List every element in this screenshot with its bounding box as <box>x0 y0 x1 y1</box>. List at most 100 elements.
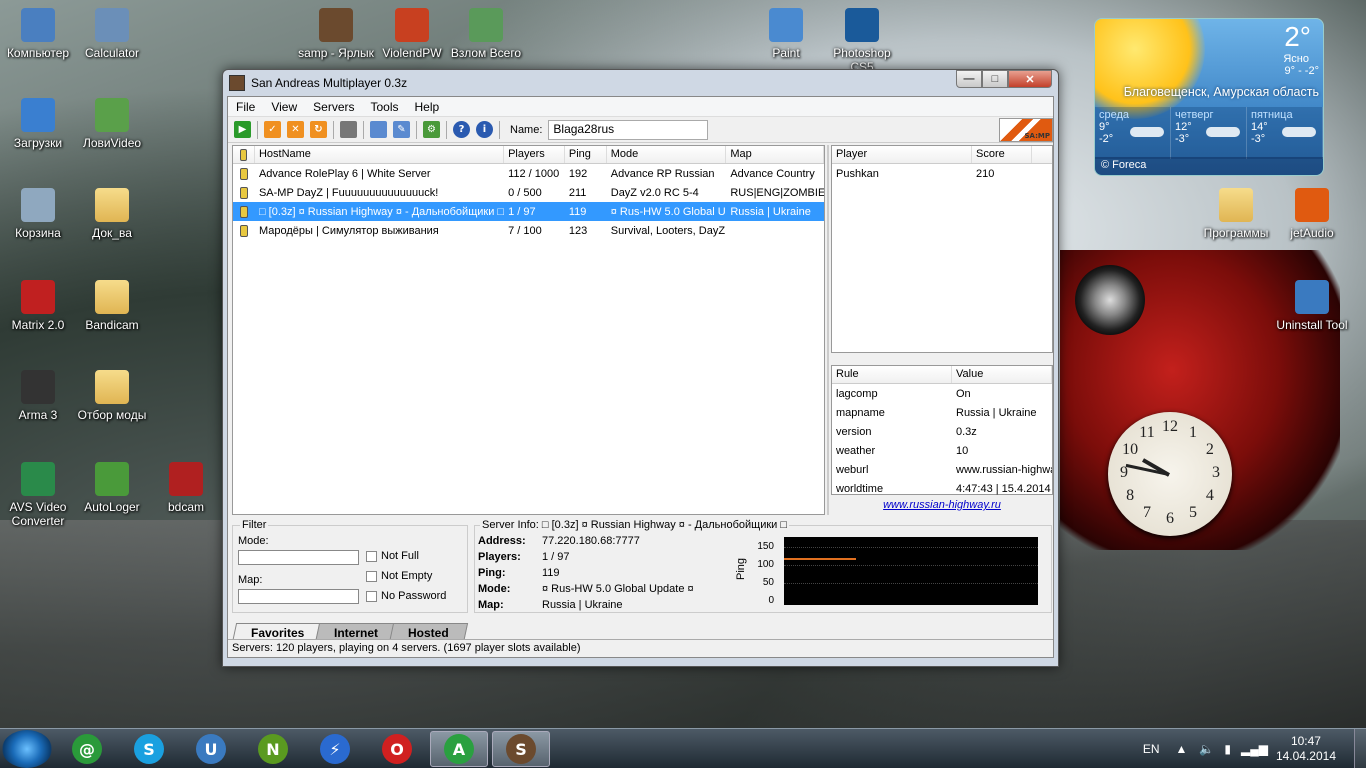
network-icon[interactable]: ▂▄▆ <box>1241 742 1268 756</box>
tray-arrow-icon[interactable]: ▲ <box>1176 742 1188 756</box>
info-mode: Mode: ¤ Rus-HW 5.0 Global Update ¤ <box>478 583 694 595</box>
add-server-icon[interactable]: ✓ <box>264 121 281 138</box>
server-row[interactable]: □ [0.3z] ¤ Russian Highway ¤ - Дальнобой… <box>233 202 824 221</box>
language-indicator[interactable]: EN <box>1143 742 1160 756</box>
server-row[interactable]: Мародёры | Симулятор выживания 7 / 100 123… <box>233 221 824 240</box>
server-row[interactable]: Advance RolePlay 6 | White Server 112 / 1… <box>233 164 824 183</box>
desktop-icon[interactable]: Загрузки <box>0 98 78 150</box>
filter-title: Filter <box>240 519 269 531</box>
taskbar-clock[interactable]: 10:47 14.04.2014 <box>1276 734 1336 764</box>
rule-row[interactable]: worldtime 4:47:43 | 15.4.2014 <box>832 479 1052 498</box>
no-password-checkbox[interactable]: No Password <box>366 590 446 602</box>
desktop-icon[interactable]: Paint <box>746 8 826 60</box>
desktop-icon-label: samp - Ярлык <box>298 46 374 60</box>
col-rule[interactable]: Rule <box>832 366 952 383</box>
rule-row[interactable]: lagcomp On <box>832 384 1052 403</box>
server-row[interactable]: SA-MP DayZ | Fuuuuuuuuuuuuuuck! 0 / 500 21… <box>233 183 824 202</box>
desktop-icon[interactable]: ViolendPW <box>372 8 452 60</box>
taskbar-app[interactable]: O <box>368 731 426 767</box>
server-list[interactable]: HostName Players Ping Mode Map Advance R… <box>232 145 825 515</box>
delete-server-icon[interactable]: ✕ <box>287 121 304 138</box>
desktop-icon[interactable]: Matrix 2.0 <box>0 280 78 332</box>
desktop-icon[interactable]: samp - Ярлык <box>296 8 376 60</box>
desktop-icon[interactable]: Bandicam <box>72 280 152 332</box>
desktop-icon[interactable]: Photoshop CS5 <box>822 8 902 74</box>
col-players[interactable]: Players <box>504 146 565 163</box>
menu-servers[interactable]: Servers <box>305 100 362 114</box>
desktop-icon[interactable]: Корзина <box>0 188 78 240</box>
splitter[interactable] <box>827 145 829 515</box>
filter-map-input[interactable] <box>238 589 359 604</box>
rule-row[interactable]: weburl www.russian-highway.ru <box>832 460 1052 479</box>
taskbar-app[interactable]: A <box>430 731 488 767</box>
desktop-icon[interactable]: AutoLoger <box>72 462 152 514</box>
copy-icon[interactable] <box>370 121 387 138</box>
ping-line <box>784 558 856 560</box>
desktop-icon[interactable]: bdcam <box>146 462 226 514</box>
desktop-icon[interactable]: Calculator <box>72 8 152 60</box>
taskbar-app[interactable]: S <box>120 731 178 767</box>
player-list[interactable]: Player Score Pushkan 210 <box>831 145 1053 353</box>
start-button[interactable] <box>2 730 52 768</box>
desktop-icon[interactable]: Взлом Всего <box>446 8 526 60</box>
col-ping[interactable]: Ping <box>565 146 607 163</box>
menu-file[interactable]: File <box>228 100 263 114</box>
refresh-icon[interactable]: ↻ <box>310 121 327 138</box>
settings-icon[interactable]: ⚙ <box>423 121 440 138</box>
name-input[interactable]: Blaga28rus <box>548 119 709 140</box>
minimize-button[interactable]: — <box>956 70 982 88</box>
col-score[interactable]: Score <box>972 146 1032 163</box>
col-map[interactable]: Map <box>726 146 825 163</box>
quick-launch-icon: ⚡ <box>320 734 350 764</box>
desktop-icon[interactable]: AVS Video Converter <box>0 462 78 528</box>
desktop-icon-label: Arma 3 <box>18 408 58 422</box>
desktop-icon[interactable]: Программы <box>1196 188 1276 240</box>
taskbar-app[interactable]: U <box>182 731 240 767</box>
rule-row[interactable]: weather 10 <box>832 441 1052 460</box>
desktop-icon-label: Paint <box>772 46 800 60</box>
device-icon[interactable]: ▮ <box>1224 742 1231 756</box>
weather-provider[interactable]: © Foreca <box>1095 157 1323 175</box>
rules-list[interactable]: Rule Value lagcomp On mapname Russia | Ukra… <box>831 365 1053 495</box>
desktop-icon[interactable]: Arma 3 <box>0 370 78 422</box>
maximize-button[interactable]: □ <box>982 70 1008 88</box>
col-value[interactable]: Value <box>952 366 1052 383</box>
taskbar-app[interactable]: @ <box>58 731 116 767</box>
desktop-icon[interactable]: Отбор моды <box>72 370 152 422</box>
help-icon[interactable]: ? <box>453 121 470 138</box>
not-full-checkbox[interactable]: Not Full <box>366 550 419 562</box>
rule-row[interactable]: version 0.3z <box>832 422 1052 441</box>
menu-help[interactable]: Help <box>407 100 448 114</box>
samp-window[interactable]: San Andreas Multiplayer 0.3z — □ ✕ File … <box>222 69 1059 667</box>
taskbar-app[interactable]: ⚡ <box>306 731 364 767</box>
connect-icon[interactable]: ▶ <box>234 121 251 138</box>
window-titlebar[interactable]: San Andreas Multiplayer 0.3z — □ ✕ <box>227 70 1054 96</box>
col-mode[interactable]: Mode <box>607 146 727 163</box>
properties-icon[interactable] <box>340 121 357 138</box>
rule-name: weather <box>836 444 876 457</box>
about-icon[interactable]: i <box>476 121 493 138</box>
desktop-icon[interactable]: jetAudio <box>1272 188 1352 240</box>
desktop-icon[interactable]: Компьютер <box>0 8 78 60</box>
weather-gadget[interactable]: 2° Ясно 9° - -2° Благовещенск, Амурская … <box>1094 18 1324 176</box>
menu-tools[interactable]: Tools <box>362 100 406 114</box>
taskbar-app[interactable]: N <box>244 731 302 767</box>
player-row[interactable]: Pushkan 210 <box>832 164 1052 183</box>
desktop-icon[interactable]: Uninstall Tool <box>1272 280 1352 332</box>
desktop-icon[interactable]: Док_ва <box>72 188 152 240</box>
edit-icon[interactable]: ✎ <box>393 121 410 138</box>
clock-gadget[interactable]: 12 1 2 3 4 5 6 7 8 9 10 11 <box>1108 412 1232 536</box>
filter-mode-input[interactable] <box>238 550 359 565</box>
not-empty-checkbox[interactable]: Not Empty <box>366 570 432 582</box>
lock-column[interactable] <box>233 146 255 163</box>
menu-view[interactable]: View <box>263 100 305 114</box>
show-desktop-button[interactable] <box>1354 729 1366 768</box>
col-hostname[interactable]: HostName <box>255 146 505 163</box>
rule-row[interactable]: mapname Russia | Ukraine <box>832 403 1052 422</box>
taskbar-app[interactable]: S <box>492 731 550 767</box>
server-weburl-link[interactable]: www.russian-highway.ru <box>831 499 1053 511</box>
volume-icon[interactable]: 🔈 <box>1199 742 1214 756</box>
close-button[interactable]: ✕ <box>1008 70 1052 88</box>
desktop-icon[interactable]: ЛовиVideo <box>72 98 152 150</box>
col-player[interactable]: Player <box>832 146 972 163</box>
